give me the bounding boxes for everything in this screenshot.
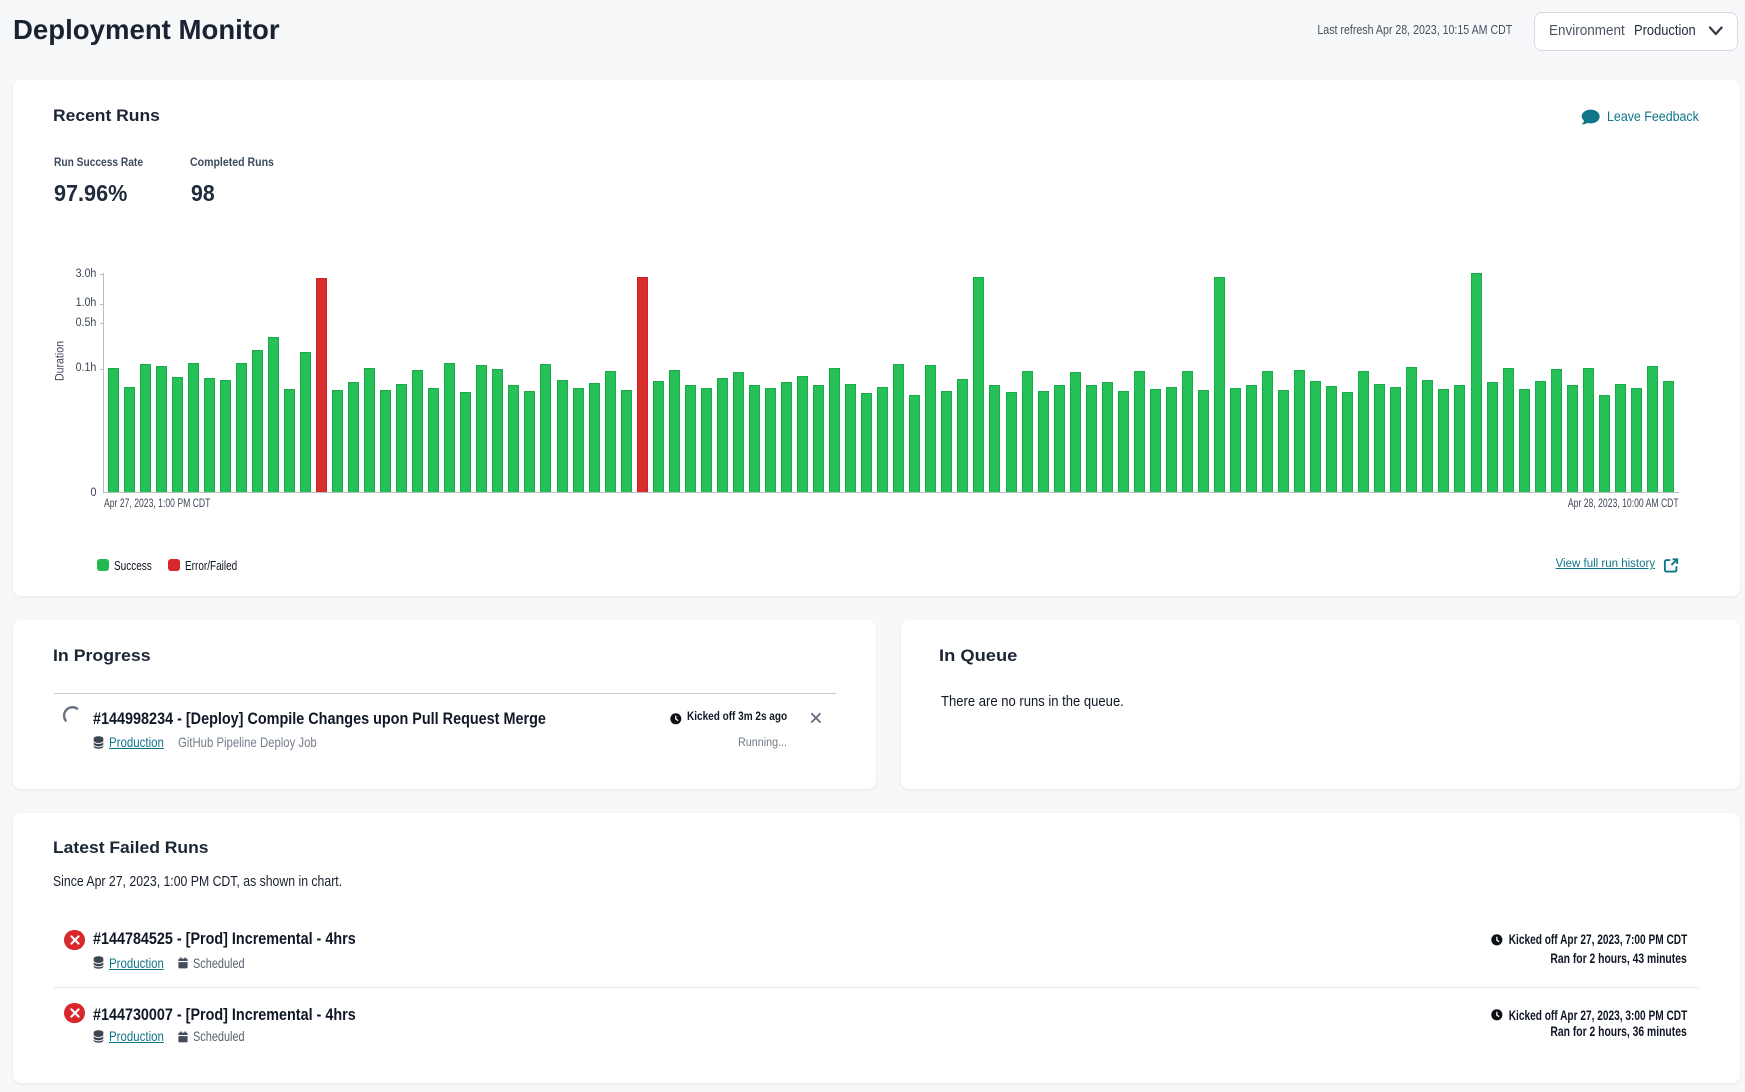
svg-text:Duration: Duration [53, 341, 67, 381]
